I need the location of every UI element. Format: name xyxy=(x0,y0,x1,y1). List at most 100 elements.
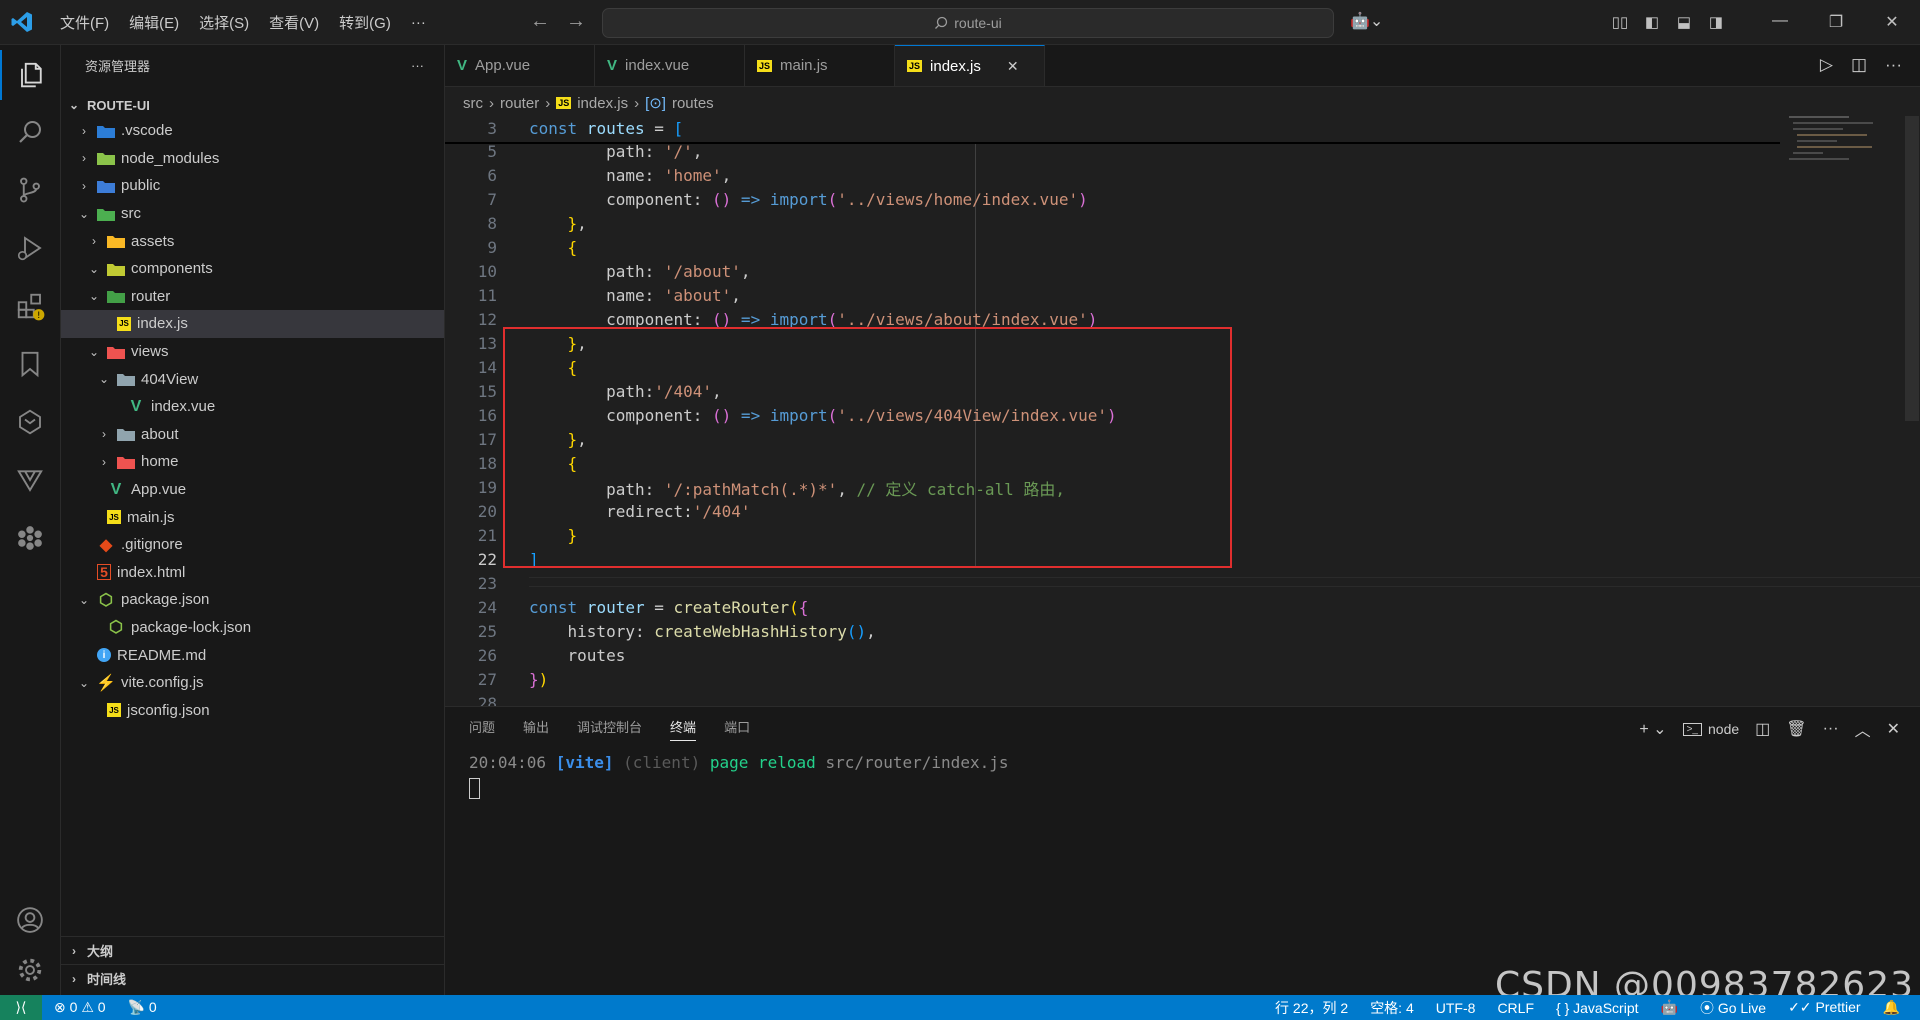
tree-item-main-js[interactable]: JS main.js xyxy=(61,503,444,531)
cursor-position[interactable]: 行 22，列 2 xyxy=(1275,998,1348,1018)
tree-item-index-vue[interactable]: Vindex.vue xyxy=(61,393,444,421)
encoding[interactable]: UTF-8 xyxy=(1436,1000,1476,1016)
split-editor-icon[interactable]: ◫ xyxy=(1851,55,1867,75)
toggle-sidebar-icon[interactable]: ◧ xyxy=(1636,13,1668,31)
tree-item-404view[interactable]: ⌄ 404View xyxy=(61,365,444,393)
command-center-search[interactable]: route-ui xyxy=(602,8,1334,38)
tree-item-index-js[interactable]: JS index.js xyxy=(61,310,444,338)
more-icon[interactable]: ··· xyxy=(1823,720,1839,738)
prettier-button[interactable]: ✓✓ Prettier xyxy=(1788,999,1860,1016)
source-control-icon[interactable] xyxy=(0,165,60,215)
breadcrumb-src[interactable]: src xyxy=(463,95,483,112)
account-icon[interactable] xyxy=(0,895,60,945)
tab-main-js[interactable]: JS main.js xyxy=(745,45,895,86)
tab-index-js[interactable]: JS index.js ✕ xyxy=(895,45,1045,86)
forward-arrow-icon[interactable]: → xyxy=(566,10,586,33)
tree-item-assets[interactable]: › assets xyxy=(61,227,444,255)
problems-status[interactable]: ⊗ 0 ⚠ 0 xyxy=(54,999,106,1016)
extensions-icon[interactable]: ! xyxy=(0,281,60,331)
vue-devtools-icon[interactable] xyxy=(0,455,60,505)
tree-item-views[interactable]: ⌄ views xyxy=(61,338,444,366)
indentation[interactable]: 空格: 4 xyxy=(1370,998,1414,1018)
menu-edit[interactable]: 编辑(E) xyxy=(121,8,187,37)
tree-item-gitignore[interactable]: ◆ .gitignore xyxy=(61,531,444,559)
workspace-root[interactable]: ⌄ ROUTE-UI xyxy=(61,93,444,117)
breadcrumb-router[interactable]: router xyxy=(500,95,539,112)
menu-file[interactable]: 文件(F) xyxy=(52,8,117,37)
minimize-icon[interactable]: — xyxy=(1752,12,1808,32)
search-view-icon[interactable] xyxy=(0,107,60,157)
explorer-more-button[interactable]: ··· xyxy=(411,58,424,73)
terminal-time: 20:04:06 xyxy=(469,753,547,772)
manage-gear-icon[interactable] xyxy=(0,945,60,995)
tree-item-home[interactable]: › home xyxy=(61,448,444,476)
customize-layout-icon[interactable]: ▯▯ xyxy=(1604,13,1636,31)
menu-selection[interactable]: 选择(S) xyxy=(191,8,257,37)
remote-icon[interactable]: ⟩⟨ xyxy=(0,995,42,1020)
run-file-icon[interactable]: ▷ xyxy=(1820,55,1833,75)
tree-item-router[interactable]: ⌄ router xyxy=(61,283,444,311)
timeline-section[interactable]: › 时间线 xyxy=(61,964,444,992)
tongyi-icon[interactable] xyxy=(0,397,60,447)
menu-more[interactable]: ··· xyxy=(403,10,434,35)
maximize-panel-icon[interactable]: ︿ xyxy=(1855,717,1871,741)
close-panel-icon[interactable]: ✕ xyxy=(1887,719,1900,739)
restore-icon[interactable]: ❐ xyxy=(1808,12,1864,32)
tree-item-vite-config-js[interactable]: ⌄ ⚡ vite.config.js xyxy=(61,669,444,697)
menu-go[interactable]: 转到(G) xyxy=(331,8,399,37)
trash-icon[interactable]: 🗑 xyxy=(1786,719,1806,739)
tree-item-package-lock-json[interactable]: ⬡ package-lock.json xyxy=(61,614,444,642)
flower-extension-icon[interactable] xyxy=(0,513,60,563)
tree-item-package-json[interactable]: ⌄ ⬡ package.json xyxy=(61,586,444,614)
split-terminal-icon[interactable]: ◫ xyxy=(1755,719,1770,739)
editor-scrollbar[interactable] xyxy=(1905,116,1919,421)
tree-item-jsconfig-json[interactable]: JS jsconfig.json xyxy=(61,696,444,724)
terminal-shell-label[interactable]: node xyxy=(1708,721,1739,737)
tree-item-node-modules[interactable]: › node_modules xyxy=(61,145,444,173)
tab-index-vue[interactable]: V index.vue xyxy=(595,45,745,86)
notifications-bell-icon[interactable]: 🔔 xyxy=(1883,999,1900,1016)
tree-item-readme-md[interactable]: i README.md xyxy=(61,641,444,669)
toggle-panel-icon[interactable]: ⬓ xyxy=(1668,13,1700,31)
sticky-scroll-header[interactable]: 3 const routes = [ xyxy=(445,116,1780,144)
tree-item-vscode[interactable]: › .vscode xyxy=(61,117,444,145)
tree-item-components[interactable]: ⌄ components xyxy=(61,255,444,283)
copilot-status-icon[interactable]: 🤖 xyxy=(1661,999,1678,1016)
back-arrow-icon[interactable]: ← xyxy=(530,10,550,33)
tab-terminal[interactable]: 终端 xyxy=(670,717,697,741)
language-mode[interactable]: { } JavaScript xyxy=(1556,1000,1639,1016)
tree-item-src[interactable]: ⌄ src xyxy=(61,200,444,228)
js-file-icon: JS xyxy=(556,97,572,109)
go-live-button[interactable]: ⦿ Go Live xyxy=(1700,998,1766,1018)
breadcrumb-symbol[interactable]: routes xyxy=(672,95,714,112)
tab-problems[interactable]: 问题 xyxy=(469,717,495,741)
bookmarks-icon[interactable] xyxy=(0,339,60,389)
more-actions-icon[interactable]: ··· xyxy=(1885,55,1902,75)
tree-item-about[interactable]: › about xyxy=(61,421,444,449)
tree-item-app-vue[interactable]: V App.vue xyxy=(61,476,444,504)
copilot-icon[interactable]: 🤖⌄ xyxy=(1350,11,1383,31)
terminal-output[interactable]: 20:04:06 [vite] (client) page reload src… xyxy=(469,753,1008,803)
tab-close-icon[interactable]: ✕ xyxy=(1007,58,1019,75)
tab-app-vue[interactable]: V App.vue xyxy=(445,45,595,86)
breadcrumb-file[interactable]: index.js xyxy=(577,95,628,112)
tree-item-public[interactable]: › public xyxy=(61,172,444,200)
line-number: 19 xyxy=(477,478,497,498)
toggle-secondary-sidebar-icon[interactable]: ◨ xyxy=(1700,13,1732,31)
line-number: 18 xyxy=(477,454,497,474)
tab-output[interactable]: 输出 xyxy=(523,717,549,741)
close-window-icon[interactable]: ✕ xyxy=(1864,12,1920,32)
ports-status[interactable]: 📡 0 xyxy=(128,999,157,1016)
menu-view[interactable]: 查看(V) xyxy=(261,8,327,37)
outline-section[interactable]: › 大纲 xyxy=(61,936,444,964)
tab-debug-console[interactable]: 调试控制台 xyxy=(577,717,642,741)
end-of-line[interactable]: CRLF xyxy=(1497,1000,1534,1016)
explorer-icon[interactable] xyxy=(0,50,62,100)
tab-ports[interactable]: 端口 xyxy=(724,717,750,741)
minimap[interactable] xyxy=(1785,116,1905,176)
tree-item-index-html[interactable]: 5 index.html xyxy=(61,559,444,587)
annotation-highlight-box xyxy=(503,327,1232,568)
line-number: 11 xyxy=(477,286,497,306)
new-terminal-icon[interactable]: + ⌄ xyxy=(1639,719,1666,739)
run-debug-icon[interactable] xyxy=(0,223,60,273)
